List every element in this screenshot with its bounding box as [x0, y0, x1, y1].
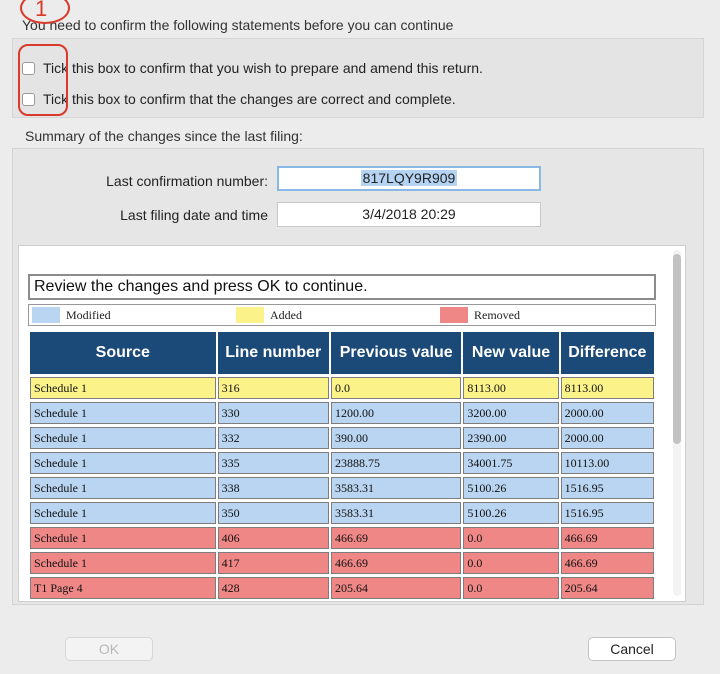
confirmation-number-label: Last confirmation number:: [106, 173, 268, 189]
cell-line: 338: [217, 477, 329, 499]
confirm-correct-checkbox-row[interactable]: Tick this box to confirm that the change…: [22, 91, 456, 107]
cell-line: 417: [217, 552, 329, 574]
cell-source: Schedule 1: [30, 502, 216, 524]
summary-title: Summary of the changes since the last fi…: [25, 128, 303, 144]
cell-new: 3200.00: [463, 402, 559, 424]
cell-previous: 466.69: [330, 552, 462, 574]
cell-previous: 1200.00: [330, 402, 462, 424]
cell-new: 2390.00: [463, 427, 559, 449]
confirmation-number-field[interactable]: 817LQY9R909: [277, 166, 541, 191]
cell-source: Schedule 1: [30, 552, 216, 574]
legend-removed-swatch: [440, 307, 468, 323]
legend-added-label: Added: [270, 308, 302, 322]
cell-source: Schedule 1: [30, 452, 216, 474]
cell-difference: 1516.95: [560, 477, 654, 499]
confirm-prepare-label: Tick this box to confirm that you wish t…: [43, 60, 483, 76]
legend-removed: Removed: [440, 307, 520, 323]
cell-difference: 466.69: [560, 552, 654, 574]
annotation-checkbox-highlight: [18, 44, 68, 116]
legend-removed-label: Removed: [474, 308, 520, 322]
confirmation-intro: You need to confirm the following statem…: [22, 17, 454, 33]
cell-previous: 3583.31: [330, 502, 462, 524]
table-row: Schedule 1 338 3583.31 5100.26 1516.95: [30, 477, 654, 499]
cell-line: 350: [217, 502, 329, 524]
table-row: Schedule 1 332 390.00 2390.00 2000.00: [30, 427, 654, 449]
cell-line: 330: [217, 402, 329, 424]
changes-report[interactable]: Review the changes and press OK to conti…: [18, 245, 686, 602]
legend-modified: Modified: [32, 307, 111, 323]
table-row: Schedule 1 316 0.0 8113.00 8113.00: [30, 377, 654, 399]
cell-difference: 2000.00: [560, 402, 654, 424]
filing-date-field[interactable]: 3/4/2018 20:29: [277, 202, 541, 227]
column-header-new-value: New value: [463, 332, 559, 374]
ok-button[interactable]: OK: [65, 637, 153, 661]
confirm-prepare-checkbox-row[interactable]: Tick this box to confirm that you wish t…: [22, 60, 483, 76]
review-instruction: Review the changes and press OK to conti…: [28, 274, 656, 300]
table-row: T1 Page 4 428 205.64 0.0 205.64: [30, 577, 654, 599]
table-row: Schedule 1 335 23888.75 34001.75 10113.00: [30, 452, 654, 474]
cell-difference: 205.64: [560, 577, 654, 599]
table-row: Schedule 1 330 1200.00 3200.00 2000.00: [30, 402, 654, 424]
cell-difference: 2000.00: [560, 427, 654, 449]
cell-difference: 10113.00: [560, 452, 654, 474]
cell-difference: 466.69: [560, 527, 654, 549]
cell-previous: 390.00: [330, 427, 462, 449]
cell-line: 335: [217, 452, 329, 474]
legend-added: Added: [236, 307, 302, 323]
cell-line: 332: [217, 427, 329, 449]
table-row: Schedule 1 417 466.69 0.0 466.69: [30, 552, 654, 574]
cell-difference: 1516.95: [560, 502, 654, 524]
cell-previous: 205.64: [330, 577, 462, 599]
column-header-source: Source: [30, 332, 216, 374]
confirm-correct-label: Tick this box to confirm that the change…: [43, 91, 456, 107]
confirmation-number-value: 817LQY9R909: [360, 170, 458, 186]
table-row: Schedule 1 406 466.69 0.0 466.69: [30, 527, 654, 549]
cell-source: Schedule 1: [30, 402, 216, 424]
cell-previous: 3583.31: [330, 477, 462, 499]
cancel-button[interactable]: Cancel: [588, 637, 676, 661]
cell-line: 316: [217, 377, 329, 399]
table-row: Schedule 1 350 3583.31 5100.26 1516.95: [30, 502, 654, 524]
cell-previous: 0.0: [330, 377, 462, 399]
cell-new: 34001.75: [463, 452, 559, 474]
legend-added-swatch: [236, 307, 264, 323]
cell-new: 8113.00: [463, 377, 559, 399]
column-header-line-number: Line number: [217, 332, 329, 374]
changes-table-body: Schedule 1 316 0.0 8113.00 8113.00 Schedule 1…: [30, 377, 654, 599]
cell-source: T1 Page 4: [30, 577, 216, 599]
column-header-difference: Difference: [560, 332, 654, 374]
cell-new: 0.0: [463, 527, 559, 549]
cell-source: Schedule 1: [30, 427, 216, 449]
cell-line: 406: [217, 527, 329, 549]
legend-modified-label: Modified: [66, 308, 111, 322]
cell-new: 5100.26: [463, 502, 559, 524]
report-scrollbar-thumb[interactable]: [673, 254, 681, 444]
column-header-previous-value: Previous value: [330, 332, 462, 374]
annotation-number: 1: [35, 0, 48, 21]
changes-table-header: Source Line number Previous value New va…: [30, 332, 654, 374]
cell-previous: 466.69: [330, 527, 462, 549]
cell-source: Schedule 1: [30, 377, 216, 399]
cell-new: 5100.26: [463, 477, 559, 499]
cell-difference: 8113.00: [560, 377, 654, 399]
cell-source: Schedule 1: [30, 527, 216, 549]
cell-line: 428: [217, 577, 329, 599]
cell-new: 0.0: [463, 577, 559, 599]
cell-source: Schedule 1: [30, 477, 216, 499]
changes-legend: Modified Added Removed: [28, 304, 656, 326]
cell-new: 0.0: [463, 552, 559, 574]
legend-modified-swatch: [32, 307, 60, 323]
changes-table: Source Line number Previous value New va…: [28, 329, 656, 601]
cell-previous: 23888.75: [330, 452, 462, 474]
filing-date-label: Last filing date and time: [120, 207, 268, 223]
